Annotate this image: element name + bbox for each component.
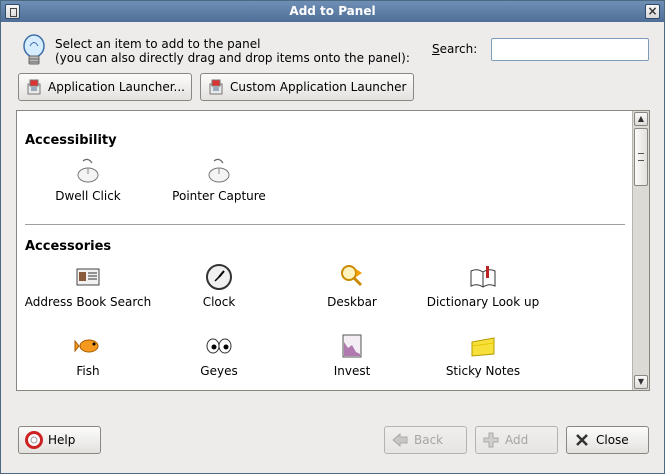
custom-application-launcher-label: Custom Application Launcher	[230, 80, 407, 94]
launcher-icon	[27, 79, 41, 95]
section-title-accessories: Accessories	[25, 239, 112, 254]
close-icon	[576, 434, 588, 446]
window-close-button[interactable]: ×	[645, 4, 660, 19]
list-item-sticky-notes[interactable]: Sticky Notes	[418, 332, 548, 379]
item-label: Deskbar	[327, 295, 377, 309]
clock-icon	[206, 264, 232, 290]
item-label: Dwell Click	[55, 189, 121, 203]
list-item-address-book-search[interactable]: Address Book Search	[23, 263, 153, 310]
help-label: Help	[48, 433, 76, 447]
eyes-icon	[206, 338, 232, 354]
item-label: Clock	[202, 295, 236, 309]
section-divider	[25, 224, 625, 225]
add-label: Add	[505, 433, 529, 447]
fish-icon	[74, 339, 99, 353]
book-icon	[470, 266, 496, 288]
title-bar: Add to Panel ×	[1, 1, 664, 22]
back-button[interactable]: Back	[384, 426, 467, 454]
help-button[interactable]: Help	[18, 426, 101, 454]
list-item-dictionary-look-up[interactable]: Dictionary Look up	[418, 263, 548, 310]
item-label: Sticky Notes	[445, 364, 521, 378]
instruction-subtext: (you can also directly drag and drop ite…	[55, 51, 410, 65]
scroll-up-arrow-icon[interactable]: ▲	[634, 112, 648, 126]
scroll-down-arrow-icon[interactable]: ▼	[634, 375, 648, 389]
magnifier-icon	[341, 265, 363, 287]
mouse-icon	[77, 158, 99, 183]
vertical-scrollbar[interactable]: ▲ ▼	[632, 111, 649, 390]
item-label: Fish	[76, 364, 100, 378]
close-icon: ×	[647, 4, 658, 18]
list-item-fish[interactable]: Fish	[23, 332, 153, 379]
chart-icon	[342, 334, 362, 358]
lifebuoy-icon	[25, 431, 43, 449]
search-label: Search:	[432, 42, 478, 56]
window-title: Add to Panel	[289, 4, 376, 18]
close-label: Close	[596, 433, 629, 447]
search-input[interactable]	[491, 38, 649, 61]
lightbulb-icon	[23, 34, 45, 65]
sticky-note-icon	[471, 337, 495, 357]
list-item-pointer-capture[interactable]: Pointer Capture	[154, 157, 284, 204]
application-launcher-button[interactable]: Application Launcher...	[18, 73, 192, 101]
custom-application-launcher-button[interactable]: Custom Application Launcher	[200, 73, 414, 101]
applet-list[interactable]: Accessibility Dwell Click Pointer Captur…	[16, 110, 650, 391]
mouse-icon	[208, 158, 230, 183]
scrollbar-thumb[interactable]	[634, 128, 648, 186]
list-item-dwell-click[interactable]: Dwell Click	[23, 157, 153, 204]
list-item-clock[interactable]: Clock	[154, 263, 284, 310]
add-button[interactable]: Add	[475, 426, 558, 454]
section-title-accessibility: Accessibility	[25, 133, 117, 148]
item-label: Invest	[333, 364, 371, 378]
item-label: Pointer Capture	[172, 189, 266, 203]
item-label: Dictionary Look up	[426, 295, 540, 309]
list-item-deskbar[interactable]: Deskbar	[287, 263, 417, 310]
instruction-text: Select an item to add to the panel	[55, 37, 261, 51]
list-item-geyes[interactable]: Geyes	[154, 332, 284, 379]
back-arrow-icon	[392, 432, 408, 448]
list-item-invest[interactable]: Invest	[287, 332, 417, 379]
launcher-icon	[209, 79, 223, 95]
add-to-panel-dialog: Add to Panel × Select an item to add to …	[0, 0, 665, 474]
item-label: Address Book Search	[24, 295, 152, 309]
back-label: Back	[414, 433, 444, 447]
close-button[interactable]: Close	[566, 426, 649, 454]
item-label: Geyes	[200, 364, 238, 378]
address-card-icon	[76, 268, 100, 286]
application-launcher-label: Application Launcher...	[48, 80, 185, 94]
plus-icon	[483, 432, 499, 448]
